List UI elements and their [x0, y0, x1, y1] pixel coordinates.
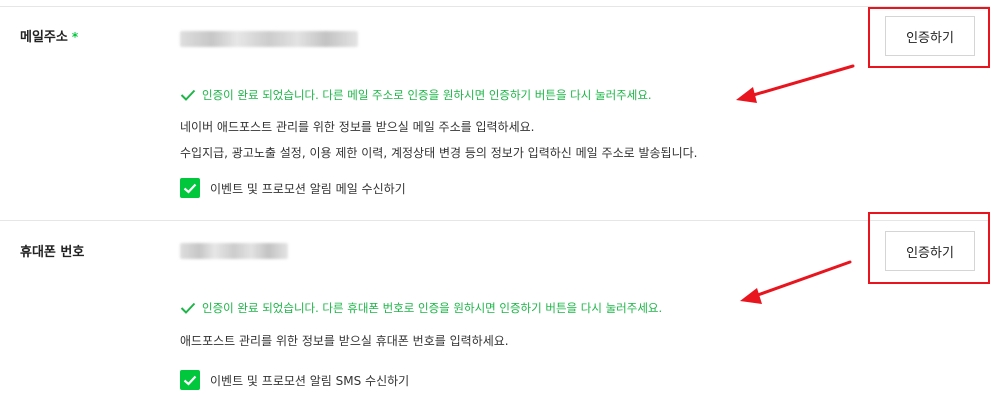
- email-promo-checkbox-label: 이벤트 및 프로모션 알림 메일 수신하기: [210, 181, 406, 196]
- phone-description-line-1: 애드포스트 관리를 위한 정보를 받으실 휴대폰 번호를 입력하세요.: [180, 334, 509, 348]
- email-annotation-arrow: [736, 64, 855, 103]
- required-star: *: [71, 30, 79, 44]
- email-label-text: 메일주소: [20, 30, 68, 45]
- top-divider: [0, 6, 990, 7]
- email-description-line-2: 수입지급, 광고노출 설정, 이용 제한 이력, 계정상태 변경 등의 정보가 …: [180, 146, 698, 160]
- email-verify-button[interactable]: 인증하기: [885, 16, 975, 56]
- phone-verify-button[interactable]: 인증하기: [885, 231, 975, 271]
- email-promo-checkbox[interactable]: [180, 178, 200, 198]
- check-icon: [180, 302, 196, 314]
- email-description-line-1: 네이버 애드포스트 관리를 위한 정보를 받으실 메일 주소를 입력하세요.: [180, 120, 535, 134]
- check-icon: [180, 89, 196, 101]
- email-value-blurred: [180, 31, 358, 47]
- section-divider: [0, 220, 990, 221]
- checkbox-check-icon: [183, 183, 197, 194]
- phone-promo-checkbox-row[interactable]: 이벤트 및 프로모션 알림 SMS 수신하기: [180, 370, 409, 390]
- phone-success-message: 인증이 완료 되었습니다. 다른 휴대폰 번호로 인증을 원하시면 인증하기 버…: [180, 300, 662, 316]
- phone-label: 휴대폰 번호: [20, 245, 85, 260]
- checkbox-check-icon: [183, 375, 197, 386]
- phone-promo-checkbox[interactable]: [180, 370, 200, 390]
- email-success-text: 인증이 완료 되었습니다. 다른 메일 주소로 인증을 원하시면 인증하기 버튼…: [202, 88, 652, 102]
- phone-promo-checkbox-label: 이벤트 및 프로모션 알림 SMS 수신하기: [210, 373, 410, 388]
- email-promo-checkbox-row[interactable]: 이벤트 및 프로모션 알림 메일 수신하기: [180, 178, 406, 198]
- email-label: 메일주소 *: [20, 26, 78, 45]
- email-success-message: 인증이 완료 되었습니다. 다른 메일 주소로 인증을 원하시면 인증하기 버튼…: [180, 87, 652, 103]
- phone-value-blurred: [180, 243, 288, 259]
- phone-annotation-arrow: [740, 260, 852, 304]
- phone-success-text: 인증이 완료 되었습니다. 다른 휴대폰 번호로 인증을 원하시면 인증하기 버…: [202, 301, 663, 315]
